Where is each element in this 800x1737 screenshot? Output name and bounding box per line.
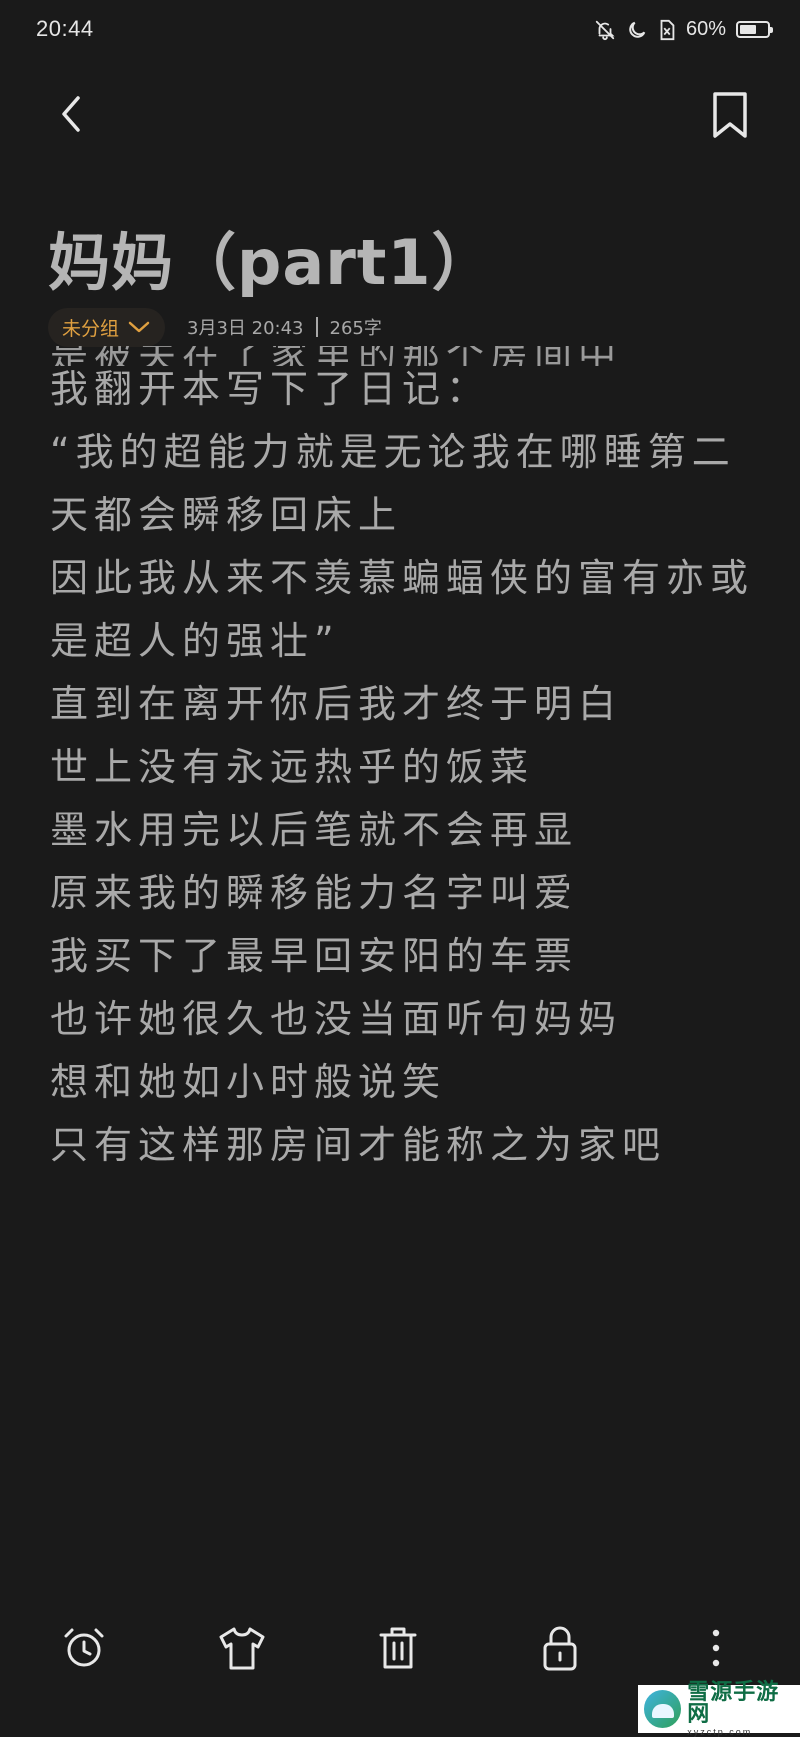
body-line: 墨水用完以后笔就不会再显 — [50, 808, 579, 852]
group-selector[interactable]: 未分组 — [48, 307, 166, 347]
note-date: 3月3日 20:43 — [187, 318, 304, 339]
battery-level-fill — [740, 25, 756, 34]
battery-icon — [736, 21, 773, 38]
group-label: 未分组 — [62, 317, 120, 340]
watermark-logo-icon — [644, 1690, 682, 1728]
chevron-down-icon — [128, 321, 150, 333]
theme-button[interactable] — [216, 1622, 268, 1674]
word-count: 265字 — [329, 318, 382, 339]
note-title[interactable]: 妈妈（part1） — [48, 212, 495, 302]
status-bar: 20:44 60% — [0, 0, 800, 60]
tshirt-icon — [219, 1627, 265, 1670]
note-body[interactable]: 我翻开本写下了日记： “我的超能力就是无论我在哪睡第二 天都会瞬移回床上因此我从来不… — [50, 358, 770, 1208]
top-nav — [0, 80, 800, 150]
watermark-text: 雪源手游网 xyzctp.com — [687, 1681, 800, 1737]
watermark: 雪源手游网 xyzctp.com — [638, 1681, 800, 1737]
body-line: 天都会瞬移回床上 — [50, 493, 403, 537]
back-button[interactable] — [50, 92, 94, 136]
body-line: 想和她如小时般说笑 — [50, 1060, 447, 1104]
status-time: 20:44 — [36, 16, 94, 41]
bookmark-icon — [713, 92, 747, 138]
body-line: 只有这样那房间才能称之为家吧 — [50, 1123, 667, 1167]
sim-off-icon — [658, 19, 676, 41]
body-line: “我的超能力就是无论我在哪睡第二 — [50, 430, 736, 474]
trash-icon — [379, 1627, 417, 1669]
body-line: 直到在离开你后我才终于明白 — [50, 682, 623, 726]
bookmark-button[interactable] — [708, 90, 752, 140]
meta-divider — [315, 317, 318, 337]
lock-button[interactable] — [534, 1622, 586, 1674]
body-line: 也许她很久也没当面听句妈妈 — [50, 997, 623, 1041]
alarm-clock-icon — [64, 1628, 104, 1667]
body-line: 是超人的强壮” — [50, 619, 340, 663]
more-button[interactable] — [690, 1622, 742, 1674]
lock-icon — [543, 1626, 577, 1671]
more-vertical-icon — [712, 1629, 720, 1667]
moon-icon — [626, 19, 648, 41]
reminder-button[interactable] — [58, 1622, 110, 1674]
body-line: 原来我的瞬移能力名字叫爱 — [50, 871, 579, 915]
battery-percent: 60% — [685, 18, 726, 40]
watermark-name: 雪源手游网 — [687, 1679, 780, 1727]
body-line: 世上没有永远热乎的饭菜 — [50, 745, 535, 789]
chevron-left-icon — [62, 96, 80, 132]
body-line: 我翻开本写下了日记： — [50, 367, 491, 411]
note-meta: 未分组 3月3日 20:43 265字 — [48, 306, 382, 348]
bell-off-icon — [594, 19, 616, 41]
status-icons: 60% — [594, 18, 773, 41]
body-line: 我买下了最早回安阳的车票 — [50, 934, 579, 978]
body-line: 因此我从来不羡慕蝙蝠侠的富有亦或 — [50, 556, 755, 600]
delete-button[interactable] — [372, 1622, 424, 1674]
